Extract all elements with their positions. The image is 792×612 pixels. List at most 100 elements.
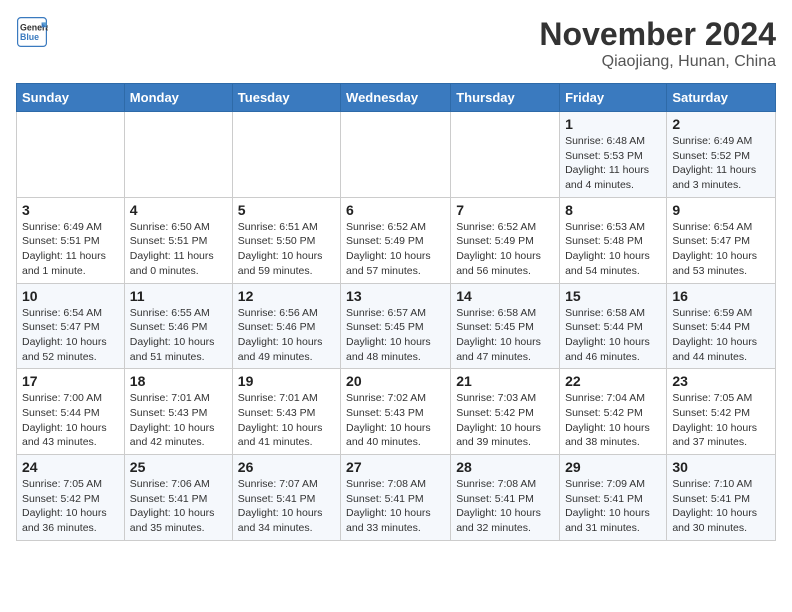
day-detail: Sunrise: 6:54 AM Sunset: 5:47 PM Dayligh… — [22, 306, 119, 365]
day-number: 17 — [22, 373, 119, 389]
calendar-cell: 29Sunrise: 7:09 AM Sunset: 5:41 PM Dayli… — [560, 455, 667, 541]
month-title: November 2024 — [539, 16, 776, 53]
calendar-cell: 2 Sunrise: 6:49 AM Sunset: 5:52 PM Daylig… — [667, 112, 776, 198]
col-header-monday: Monday — [124, 84, 232, 112]
day-detail: Sunrise: 7:02 AM Sunset: 5:43 PM Dayligh… — [346, 391, 445, 450]
day-detail: Sunrise: 7:00 AM Sunset: 5:44 PM Dayligh… — [22, 391, 119, 450]
calendar-cell: 16 Sunrise: 6:59 AM Sunset: 5:44 PM Dayli… — [667, 283, 776, 369]
day-number: 10 — [22, 288, 119, 304]
location: Qiaojiang, Hunan, China — [539, 53, 776, 71]
day-detail: Sunrise: 6:55 AM Sunset: 5:46 PM Dayligh… — [130, 306, 227, 365]
day-number: 30 — [672, 459, 770, 475]
day-detail: Sunrise: 7:09 AM Sunset: 5:41 PM Dayligh… — [565, 477, 661, 536]
day-detail: Sunrise: 7:08 AM Sunset: 5:41 PM Dayligh… — [456, 477, 554, 536]
col-header-tuesday: Tuesday — [232, 84, 340, 112]
day-number: 18 — [130, 373, 227, 389]
calendar-cell: 5 Sunrise: 6:51 AM Sunset: 5:50 PM Daylig… — [232, 197, 340, 283]
day-number: 21 — [456, 373, 554, 389]
day-detail: Sunrise: 7:04 AM Sunset: 5:42 PM Dayligh… — [565, 391, 661, 450]
day-detail: Sunrise: 7:05 AM Sunset: 5:42 PM Dayligh… — [22, 477, 119, 536]
day-number: 16 — [672, 288, 770, 304]
day-number: 8 — [565, 202, 661, 218]
svg-text:Blue: Blue — [20, 32, 39, 42]
calendar-cell: 15 Sunrise: 6:58 AM Sunset: 5:44 PM Dayli… — [560, 283, 667, 369]
col-header-sunday: Sunday — [17, 84, 125, 112]
day-number: 3 — [22, 202, 119, 218]
logo-icon: General Blue — [16, 16, 48, 48]
day-detail: Sunrise: 6:56 AM Sunset: 5:46 PM Dayligh… — [238, 306, 335, 365]
col-header-saturday: Saturday — [667, 84, 776, 112]
day-number: 23 — [672, 373, 770, 389]
day-detail: Sunrise: 6:58 AM Sunset: 5:45 PM Dayligh… — [456, 306, 554, 365]
day-detail: Sunrise: 6:53 AM Sunset: 5:48 PM Dayligh… — [565, 220, 661, 279]
day-number: 2 — [672, 116, 770, 132]
calendar-cell: 17 Sunrise: 7:00 AM Sunset: 5:44 PM Dayli… — [17, 369, 125, 455]
day-detail: Sunrise: 6:54 AM Sunset: 5:47 PM Dayligh… — [672, 220, 770, 279]
calendar-cell: 27 Sunrise: 7:08 AM Sunset: 5:41 PM Dayli… — [341, 455, 451, 541]
day-number: 25 — [130, 459, 227, 475]
day-detail: Sunrise: 6:49 AM Sunset: 5:51 PM Dayligh… — [22, 220, 119, 279]
day-number: 26 — [238, 459, 335, 475]
calendar-cell — [232, 112, 340, 198]
calendar-cell: 1 Sunrise: 6:48 AM Sunset: 5:53 PM Daylig… — [560, 112, 667, 198]
day-number: 7 — [456, 202, 554, 218]
day-number: 22 — [565, 373, 661, 389]
col-header-wednesday: Wednesday — [341, 84, 451, 112]
day-number: 19 — [238, 373, 335, 389]
day-detail: Sunrise: 6:52 AM Sunset: 5:49 PM Dayligh… — [456, 220, 554, 279]
day-detail: Sunrise: 7:01 AM Sunset: 5:43 PM Dayligh… — [238, 391, 335, 450]
calendar-cell: 7 Sunrise: 6:52 AM Sunset: 5:49 PM Daylig… — [451, 197, 560, 283]
day-number: 4 — [130, 202, 227, 218]
day-detail: Sunrise: 6:48 AM Sunset: 5:53 PM Dayligh… — [565, 134, 661, 193]
calendar-cell: 10 Sunrise: 6:54 AM Sunset: 5:47 PM Dayli… — [17, 283, 125, 369]
day-detail: Sunrise: 6:59 AM Sunset: 5:44 PM Dayligh… — [672, 306, 770, 365]
day-detail: Sunrise: 6:50 AM Sunset: 5:51 PM Dayligh… — [130, 220, 227, 279]
day-detail: Sunrise: 7:07 AM Sunset: 5:41 PM Dayligh… — [238, 477, 335, 536]
day-number: 24 — [22, 459, 119, 475]
calendar-cell: 12 Sunrise: 6:56 AM Sunset: 5:46 PM Dayli… — [232, 283, 340, 369]
calendar-cell: 3 Sunrise: 6:49 AM Sunset: 5:51 PM Daylig… — [17, 197, 125, 283]
day-detail: Sunrise: 7:08 AM Sunset: 5:41 PM Dayligh… — [346, 477, 445, 536]
day-number: 27 — [346, 459, 445, 475]
calendar-cell: 19 Sunrise: 7:01 AM Sunset: 5:43 PM Dayli… — [232, 369, 340, 455]
calendar-cell: 8 Sunrise: 6:53 AM Sunset: 5:48 PM Daylig… — [560, 197, 667, 283]
day-detail: Sunrise: 6:58 AM Sunset: 5:44 PM Dayligh… — [565, 306, 661, 365]
day-detail: Sunrise: 6:57 AM Sunset: 5:45 PM Dayligh… — [346, 306, 445, 365]
calendar-cell: 20 Sunrise: 7:02 AM Sunset: 5:43 PM Dayli… — [341, 369, 451, 455]
day-number: 15 — [565, 288, 661, 304]
day-detail: Sunrise: 6:52 AM Sunset: 5:49 PM Dayligh… — [346, 220, 445, 279]
calendar-cell — [124, 112, 232, 198]
calendar-cell: 25 Sunrise: 7:06 AM Sunset: 5:41 PM Dayli… — [124, 455, 232, 541]
day-number: 5 — [238, 202, 335, 218]
calendar-cell: 21Sunrise: 7:03 AM Sunset: 5:42 PM Dayli… — [451, 369, 560, 455]
col-header-thursday: Thursday — [451, 84, 560, 112]
calendar-cell: 13 Sunrise: 6:57 AM Sunset: 5:45 PM Dayli… — [341, 283, 451, 369]
calendar-cell: 30Sunrise: 7:10 AM Sunset: 5:41 PM Dayli… — [667, 455, 776, 541]
title-block: November 2024 Qiaojiang, Hunan, China — [539, 16, 776, 71]
col-header-friday: Friday — [560, 84, 667, 112]
calendar-cell: 24 Sunrise: 7:05 AM Sunset: 5:42 PM Dayli… — [17, 455, 125, 541]
day-number: 12 — [238, 288, 335, 304]
day-number: 1 — [565, 116, 661, 132]
calendar-cell: 28Sunrise: 7:08 AM Sunset: 5:41 PM Dayli… — [451, 455, 560, 541]
day-detail: Sunrise: 7:01 AM Sunset: 5:43 PM Dayligh… — [130, 391, 227, 450]
day-number: 13 — [346, 288, 445, 304]
calendar-cell: 18 Sunrise: 7:01 AM Sunset: 5:43 PM Dayli… — [124, 369, 232, 455]
calendar-cell: 9Sunrise: 6:54 AM Sunset: 5:47 PM Daylig… — [667, 197, 776, 283]
calendar-cell: 11Sunrise: 6:55 AM Sunset: 5:46 PM Dayli… — [124, 283, 232, 369]
calendar-table: SundayMondayTuesdayWednesdayThursdayFrid… — [16, 83, 776, 541]
calendar-cell: 23 Sunrise: 7:05 AM Sunset: 5:42 PM Dayli… — [667, 369, 776, 455]
calendar-cell: 14Sunrise: 6:58 AM Sunset: 5:45 PM Dayli… — [451, 283, 560, 369]
day-detail: Sunrise: 7:06 AM Sunset: 5:41 PM Dayligh… — [130, 477, 227, 536]
calendar-cell: 26 Sunrise: 7:07 AM Sunset: 5:41 PM Dayli… — [232, 455, 340, 541]
calendar-cell: 6 Sunrise: 6:52 AM Sunset: 5:49 PM Daylig… — [341, 197, 451, 283]
calendar-cell: 4 Sunrise: 6:50 AM Sunset: 5:51 PM Daylig… — [124, 197, 232, 283]
logo: General Blue General Blue — [16, 16, 48, 48]
page-header: General Blue General Blue November 2024 … — [16, 16, 776, 71]
day-detail: Sunrise: 7:05 AM Sunset: 5:42 PM Dayligh… — [672, 391, 770, 450]
day-number: 20 — [346, 373, 445, 389]
day-detail: Sunrise: 6:51 AM Sunset: 5:50 PM Dayligh… — [238, 220, 335, 279]
day-number: 6 — [346, 202, 445, 218]
day-detail: Sunrise: 6:49 AM Sunset: 5:52 PM Dayligh… — [672, 134, 770, 193]
calendar-cell — [341, 112, 451, 198]
